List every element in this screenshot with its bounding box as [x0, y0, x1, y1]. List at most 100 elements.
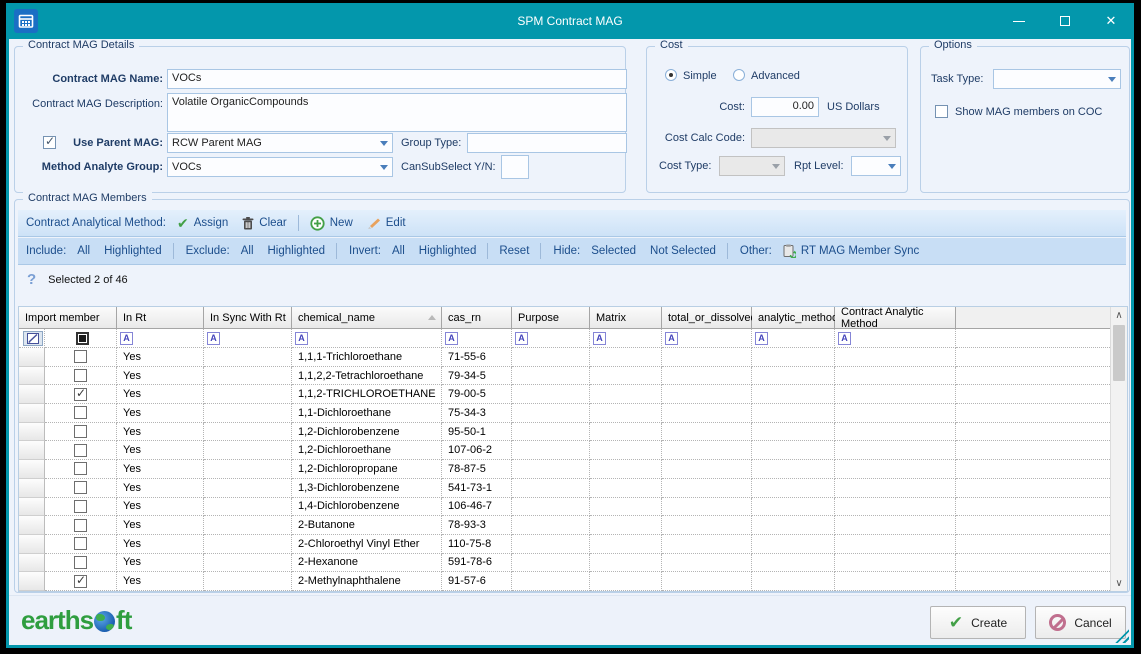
header-chemical-name[interactable]: chemical_name — [292, 307, 442, 329]
cell-total-or-dissolved[interactable] — [662, 572, 752, 591]
cell-analytic-method[interactable] — [752, 460, 835, 479]
cell-in-sync-with-rt[interactable] — [204, 460, 292, 479]
scroll-down-icon[interactable]: ∨ — [1111, 575, 1127, 591]
cell-analytic-method[interactable] — [752, 423, 835, 442]
cell-matrix[interactable] — [590, 367, 662, 386]
method-analyte-group-dropdown[interactable]: VOCs — [167, 157, 393, 177]
clear-button[interactable]: Clear — [235, 217, 293, 230]
header-cas-rn[interactable]: cas_rn — [442, 307, 512, 329]
row-indicator[interactable] — [19, 554, 45, 573]
row-indicator[interactable] — [19, 385, 45, 404]
cell-in-sync-with-rt[interactable] — [204, 348, 292, 367]
checkbox-unchecked[interactable] — [74, 406, 87, 419]
cell-chemical-name[interactable]: 2-Hexanone — [292, 554, 442, 573]
cell-chemical-name[interactable]: 1,2-Dichlorobenzene — [292, 423, 442, 442]
cell-in-sync-with-rt[interactable] — [204, 554, 292, 573]
cell-matrix[interactable] — [590, 516, 662, 535]
filter-action-all[interactable]: All — [234, 245, 261, 257]
cell-import-member[interactable] — [45, 479, 117, 498]
cell-purpose[interactable] — [512, 367, 590, 386]
cell-total-or-dissolved[interactable] — [662, 460, 752, 479]
cell-cas-rn[interactable]: 106-46-7 — [442, 498, 512, 517]
cell-analytic-method[interactable] — [752, 572, 835, 591]
cell-in-sync-with-rt[interactable] — [204, 441, 292, 460]
cost-calc-code-dropdown[interactable] — [751, 128, 896, 148]
cell-purpose[interactable] — [512, 572, 590, 591]
filter-purpose[interactable]: A — [512, 329, 590, 348]
header-matrix[interactable]: Matrix — [590, 307, 662, 329]
cell-in-rt[interactable]: Yes — [117, 498, 204, 517]
cell-in-sync-with-rt[interactable] — [204, 385, 292, 404]
cell-import-member[interactable] — [45, 348, 117, 367]
vertical-scrollbar[interactable]: ∧ ∨ — [1110, 307, 1127, 591]
checkbox-unchecked[interactable] — [74, 481, 87, 494]
cell-matrix[interactable] — [590, 535, 662, 554]
cell-chemical-name[interactable]: 1,3-Dichlorobenzene — [292, 479, 442, 498]
cell-in-rt[interactable]: Yes — [117, 535, 204, 554]
filter-in-sync-with-rt[interactable]: A — [204, 329, 292, 348]
cell-chemical-name[interactable]: 2-Butanone — [292, 516, 442, 535]
cell-analytic-method[interactable] — [752, 441, 835, 460]
header-in-sync-with-rt[interactable]: In Sync With Rt — [204, 307, 292, 329]
cell-contract-analytic-method[interactable] — [835, 441, 956, 460]
cost-simple-radio[interactable] — [665, 69, 677, 81]
checkbox-unchecked[interactable] — [74, 462, 87, 475]
cancel-button[interactable]: Cancel — [1035, 606, 1126, 639]
cell-total-or-dissolved[interactable] — [662, 385, 752, 404]
cell-purpose[interactable] — [512, 348, 590, 367]
cell-total-or-dissolved[interactable] — [662, 535, 752, 554]
row-indicator[interactable] — [19, 535, 45, 554]
minimize-button[interactable] — [996, 3, 1042, 39]
header-analytic-method[interactable]: analytic_method — [752, 307, 835, 329]
cell-import-member[interactable] — [45, 516, 117, 535]
cell-chemical-name[interactable]: 1,1,1-Trichloroethane — [292, 348, 442, 367]
cell-in-sync-with-rt[interactable] — [204, 516, 292, 535]
header-total-or-dissolved[interactable]: total_or_dissolved — [662, 307, 752, 329]
row-indicator[interactable] — [19, 423, 45, 442]
cell-matrix[interactable] — [590, 498, 662, 517]
cell-chemical-name[interactable]: 1,2-Dichloropropane — [292, 460, 442, 479]
cell-in-sync-with-rt[interactable] — [204, 423, 292, 442]
cell-contract-analytic-method[interactable] — [835, 404, 956, 423]
cell-contract-analytic-method[interactable] — [835, 535, 956, 554]
cell-matrix[interactable] — [590, 572, 662, 591]
cost-advanced-radio[interactable] — [733, 69, 745, 81]
cell-in-rt[interactable]: Yes — [117, 572, 204, 591]
filter-contract-analytic-method[interactable]: A — [835, 329, 956, 348]
cost-input[interactable]: 0.00 — [751, 97, 819, 117]
cell-in-rt[interactable]: Yes — [117, 441, 204, 460]
cell-import-member[interactable] — [45, 535, 117, 554]
show-mag-members-checkbox[interactable] — [935, 105, 948, 118]
cell-import-member[interactable] — [45, 367, 117, 386]
checkbox-unchecked[interactable] — [74, 537, 87, 550]
filter-action-reset[interactable]: Reset — [492, 245, 536, 257]
cell-contract-analytic-method[interactable] — [835, 423, 956, 442]
maximize-button[interactable] — [1042, 3, 1088, 39]
cell-cas-rn[interactable]: 78-93-3 — [442, 516, 512, 535]
cell-total-or-dissolved[interactable] — [662, 479, 752, 498]
cell-in-sync-with-rt[interactable] — [204, 479, 292, 498]
row-indicator[interactable] — [19, 498, 45, 517]
scrollbar-thumb[interactable] — [1113, 325, 1125, 381]
cell-chemical-name[interactable]: 2-Methylnaphthalene — [292, 572, 442, 591]
cell-total-or-dissolved[interactable] — [662, 404, 752, 423]
cell-chemical-name[interactable]: 1,1-Dichloroethane — [292, 404, 442, 423]
checkbox-checked[interactable] — [74, 388, 87, 401]
cell-chemical-name[interactable]: 1,4-Dichlorobenzene — [292, 498, 442, 517]
checkbox-unchecked[interactable] — [74, 369, 87, 382]
cell-matrix[interactable] — [590, 423, 662, 442]
checkbox-unchecked[interactable] — [74, 500, 87, 513]
cell-contract-analytic-method[interactable] — [835, 572, 956, 591]
contract-mag-name-input[interactable]: VOCs — [167, 69, 627, 89]
cell-cas-rn[interactable]: 78-87-5 — [442, 460, 512, 479]
cell-matrix[interactable] — [590, 404, 662, 423]
row-indicator[interactable] — [19, 367, 45, 386]
cell-import-member[interactable] — [45, 572, 117, 591]
filter-action-all[interactable]: All — [385, 245, 412, 257]
filter-in-rt[interactable]: A — [117, 329, 204, 348]
cell-cas-rn[interactable]: 79-00-5 — [442, 385, 512, 404]
row-indicator[interactable] — [19, 404, 45, 423]
cansubselect-input[interactable] — [501, 155, 529, 179]
row-indicator[interactable] — [19, 460, 45, 479]
checkbox-checked[interactable] — [74, 575, 87, 588]
